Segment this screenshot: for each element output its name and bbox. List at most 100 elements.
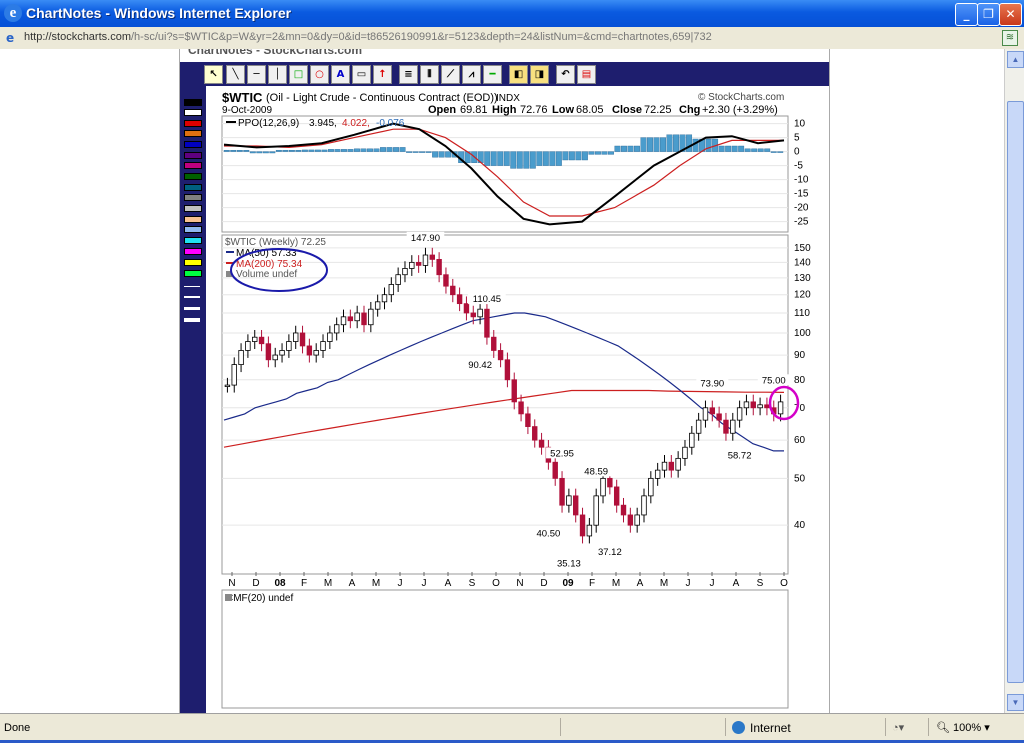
time-tick-label: M	[324, 578, 332, 589]
channel-tool-icon[interactable]: ⟋	[441, 65, 460, 84]
time-tick-label: O	[780, 578, 788, 589]
line-width-medium[interactable]	[184, 296, 200, 298]
bring-front-icon[interactable]: ◨	[530, 65, 549, 84]
zoom-control[interactable]: 🔍︎ 100% ▾	[936, 721, 990, 734]
vertical-line-tool-icon[interactable]: │	[268, 65, 287, 84]
ppo-histogram-bar	[341, 149, 347, 152]
ellipse-tool-icon[interactable]: ○	[310, 65, 329, 84]
close-button[interactable]: ✕	[999, 3, 1022, 26]
color-swatch-lime[interactable]	[184, 270, 202, 277]
status-separator	[885, 718, 886, 736]
ppo-histogram-bar	[503, 151, 510, 166]
select-tool-icon[interactable]: ↖	[204, 65, 223, 84]
chart-exchange: INDX	[496, 93, 520, 104]
candle-body	[675, 457, 681, 471]
time-tick-label: A	[733, 578, 740, 589]
price-tick-label: 50	[794, 473, 806, 484]
candle-body	[654, 469, 661, 479]
color-swatch-fuchsia[interactable]	[184, 248, 202, 255]
security-zone[interactable]: Internet	[732, 721, 791, 735]
scroll-down-icon[interactable]: ▼	[1007, 694, 1024, 711]
ppo-histogram-bar	[288, 149, 295, 152]
fibonacci-tool-icon[interactable]: ≡	[399, 65, 418, 84]
globe-icon	[732, 721, 745, 734]
color-swatch-red[interactable]	[184, 120, 202, 127]
candle-body	[525, 413, 531, 427]
ppo-histogram-bar	[393, 147, 400, 152]
ppo-histogram-bar	[275, 149, 282, 152]
color-swatch-black[interactable]	[184, 99, 202, 106]
fan-tool-icon[interactable]: ⩘	[462, 65, 481, 84]
send-back-icon[interactable]: ◧	[509, 65, 528, 84]
ppo-histogram-bar	[236, 149, 243, 152]
rectangle-tool-icon[interactable]: □	[289, 65, 308, 84]
color-swatch-blue[interactable]	[184, 141, 202, 148]
time-tick-label: A	[637, 578, 644, 589]
volume-legend-label: Volume undef	[236, 269, 297, 280]
horizontal-line-tool-icon[interactable]: ─	[247, 65, 266, 84]
address-url[interactable]: http://stockcharts.com/h-sc/ui?s=$WTIC&p…	[24, 31, 712, 43]
ppo-tick-label: -20	[794, 203, 809, 214]
time-tick-label: 09	[562, 578, 574, 589]
color-swatch-white[interactable]	[184, 109, 202, 116]
ppo-histogram-bar	[230, 149, 237, 152]
annotation-label: 58.72	[728, 451, 752, 462]
candle-body	[736, 407, 743, 421]
ppo-histogram-bar	[744, 148, 751, 152]
ppo-histogram-bar	[660, 137, 666, 152]
low-label: Low	[552, 104, 574, 116]
price-axis: 150140130120110100908070605040	[794, 243, 811, 531]
line-style-icon[interactable]: ━	[483, 65, 502, 84]
ppo-histogram-bar	[647, 137, 653, 152]
line-width-heavy[interactable]	[184, 318, 200, 322]
delete-icon[interactable]: ▤	[577, 65, 596, 84]
ppo-histogram-bar	[347, 149, 354, 152]
feed-icon[interactable]: ≋	[1002, 30, 1018, 46]
candle-body	[497, 350, 504, 361]
candle-body	[723, 419, 729, 434]
ppo-histogram-bar	[510, 151, 517, 169]
address-bar[interactable]: e http://stockcharts.com/h-sc/ui?s=$WTIC…	[0, 27, 1024, 50]
callout-tool-icon[interactable]: ▭	[352, 65, 371, 84]
maximize-button[interactable]: ❐	[977, 3, 1000, 26]
color-swatch-gray[interactable]	[184, 194, 202, 201]
minimize-button[interactable]: _	[955, 3, 978, 26]
color-swatch-silver[interactable]	[184, 205, 202, 212]
ppo-legend-label: PPO(12,26,9)	[238, 118, 299, 129]
window-title: ChartNotes - Windows Internet Explorer	[26, 5, 292, 21]
color-swatch-lightblue[interactable]	[184, 226, 202, 233]
color-swatch-magenta[interactable]	[184, 162, 202, 169]
cycle-lines-tool-icon[interactable]: ⦀	[420, 65, 439, 84]
candle-body	[511, 379, 517, 403]
ppo-histogram-bar	[751, 148, 758, 152]
color-swatch-orange[interactable]	[184, 130, 202, 137]
scroll-thumb[interactable]	[1007, 101, 1024, 683]
arrow-tool-icon[interactable]: ↑	[373, 65, 392, 84]
vertical-scrollbar[interactable]: ▲ ▼	[1004, 49, 1024, 713]
color-swatch-peach[interactable]	[184, 216, 202, 223]
chart-area[interactable]: $WTIC (Oil - Light Crude - Continuous Co…	[206, 86, 828, 713]
time-tick-label: J	[398, 578, 403, 589]
ppo-histogram-bar	[354, 148, 360, 152]
color-swatch-green[interactable]	[184, 173, 202, 180]
trendline-tool-icon[interactable]: ╲	[226, 65, 245, 84]
ppo-histogram-bar	[497, 151, 504, 166]
color-swatch-yellow[interactable]	[184, 259, 202, 266]
color-swatch-cyan[interactable]	[184, 237, 202, 244]
line-width-thick[interactable]	[184, 307, 200, 310]
color-swatch-teal[interactable]	[184, 184, 202, 191]
color-swatch-purple[interactable]	[184, 152, 202, 159]
ppo-histogram-bar	[594, 151, 601, 155]
candle-body	[456, 294, 463, 305]
protected-mode-icon[interactable]: ◔▾	[892, 721, 904, 734]
ppo-tick-label: 0	[794, 147, 800, 158]
ppo-histogram-bar	[243, 149, 250, 152]
text-tool-icon[interactable]: A	[331, 65, 350, 84]
ppo-histogram-bar	[399, 147, 406, 152]
undo-icon[interactable]: ↶	[556, 65, 575, 84]
scroll-up-icon[interactable]: ▲	[1007, 51, 1024, 68]
line-width-thin[interactable]	[184, 286, 200, 287]
annotation-label: 73.90	[700, 378, 724, 389]
ppo-histogram-bar	[555, 151, 562, 166]
cmf-legend-swatch	[225, 594, 232, 601]
